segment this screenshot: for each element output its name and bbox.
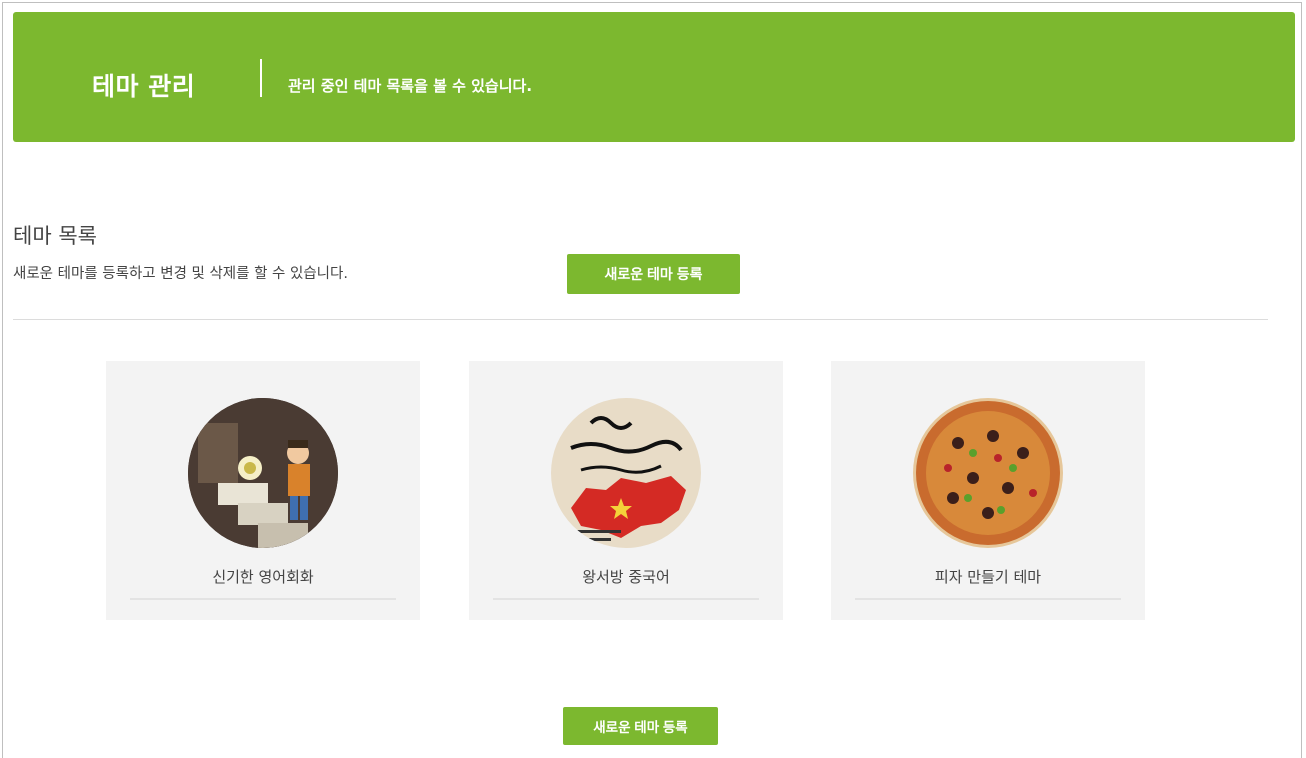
- section-divider: [13, 319, 1268, 320]
- theme-card[interactable]: 피자 만들기 테마: [831, 361, 1145, 620]
- theme-thumbnail-china[interactable]: [551, 398, 701, 548]
- theme-label[interactable]: 왕서방 중국어: [469, 567, 783, 587]
- theme-label[interactable]: 신기한 영어회화: [106, 567, 420, 587]
- theme-thumbnail-cartoon[interactable]: [188, 398, 338, 548]
- section-title: 테마 목록: [13, 224, 97, 248]
- theme-card[interactable]: 왕서방 중국어: [469, 361, 783, 620]
- theme-underline: [130, 598, 396, 600]
- theme-card[interactable]: 신기한 영어회화: [106, 361, 420, 620]
- theme-underline: [855, 598, 1121, 600]
- page-subtitle: 관리 중인 테마 목록을 볼 수 있습니다.: [288, 77, 533, 95]
- theme-underline: [493, 598, 759, 600]
- header-divider: [260, 59, 262, 97]
- page-title: 테마 관리: [92, 72, 196, 101]
- theme-thumbnail-pizza[interactable]: [913, 398, 1063, 548]
- page-header: 테마 관리 관리 중인 테마 목록을 볼 수 있습니다.: [13, 12, 1295, 142]
- add-theme-button-bottom[interactable]: 새로운 테마 등록: [563, 707, 718, 745]
- theme-label[interactable]: 피자 만들기 테마: [831, 567, 1145, 587]
- add-theme-button-top[interactable]: 새로운 테마 등록: [567, 254, 740, 294]
- section-description: 새로운 테마를 등록하고 변경 및 삭제를 할 수 있습니다.: [13, 266, 348, 282]
